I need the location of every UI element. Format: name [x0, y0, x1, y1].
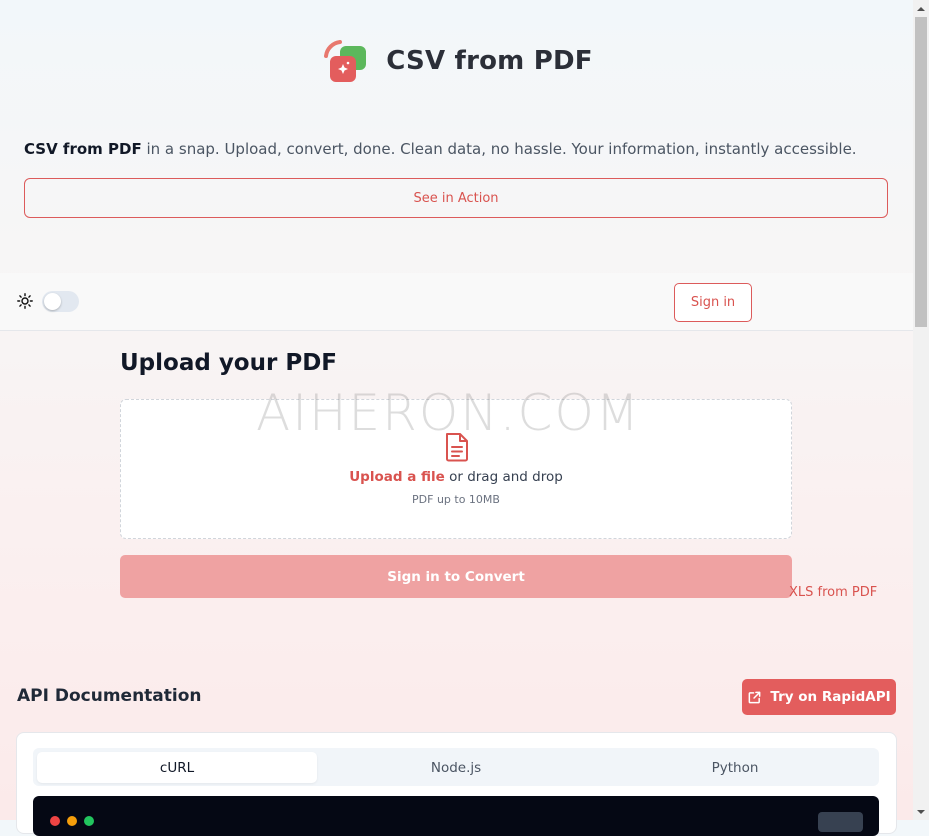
file-dropzone[interactable]: Upload a file or drag and drop PDF up to…	[120, 399, 792, 539]
tab-nodejs[interactable]: Node.js	[316, 752, 596, 783]
brand-header: CSV from PDF	[0, 36, 913, 86]
file-size-hint: PDF up to 10MB	[412, 493, 500, 506]
page: CSV from PDF CSV from PDF in a snap. Upl…	[0, 0, 913, 836]
toolbar	[0, 273, 913, 331]
scrollbar-thumb[interactable]	[915, 17, 927, 327]
tab-curl[interactable]: cURL	[37, 752, 317, 783]
drag-drop-text: or drag and drop	[444, 469, 563, 485]
code-window	[33, 796, 879, 836]
rapidapi-label: Try on RapidAPI	[770, 689, 891, 705]
upload-file-link[interactable]: Upload a file	[349, 469, 445, 485]
copy-button[interactable]	[818, 812, 863, 832]
api-documentation-title: API Documentation	[17, 686, 202, 706]
see-in-action-button[interactable]: See in Action	[24, 178, 888, 218]
code-tabs: cURL Node.js Python	[33, 748, 879, 786]
sign-in-button[interactable]: Sign in	[674, 283, 752, 322]
sun-icon	[17, 293, 33, 309]
toggle-knob	[44, 293, 61, 310]
sign-in-to-convert-button[interactable]: Sign in to Convert	[120, 555, 792, 598]
window-minimize-dot	[67, 816, 77, 826]
xls-from-pdf-link[interactable]: XLS from PDF	[789, 585, 877, 600]
try-on-rapidapi-button[interactable]: Try on RapidAPI	[742, 679, 896, 715]
scroll-up-arrow-icon[interactable]	[913, 0, 929, 17]
window-maximize-dot	[84, 816, 94, 826]
tagline-text: in a snap. Upload, convert, done. Clean …	[141, 140, 857, 158]
tab-python[interactable]: Python	[595, 752, 875, 783]
external-link-icon	[748, 691, 761, 703]
scroll-down-arrow-icon[interactable]	[913, 803, 929, 820]
scrollbar[interactable]	[913, 0, 929, 820]
brand-title: CSV from PDF	[386, 46, 593, 76]
drop-instructions: Upload a file or drag and drop	[121, 469, 791, 485]
tagline-brand: CSV from PDF	[24, 140, 142, 158]
logo-icon	[320, 36, 370, 86]
window-close-dot	[50, 816, 60, 826]
tagline: CSV from PDF in a snap. Upload, convert,…	[24, 140, 857, 158]
theme-toggle[interactable]	[42, 291, 79, 312]
upload-title: Upload your PDF	[120, 350, 337, 376]
document-icon	[446, 433, 468, 462]
